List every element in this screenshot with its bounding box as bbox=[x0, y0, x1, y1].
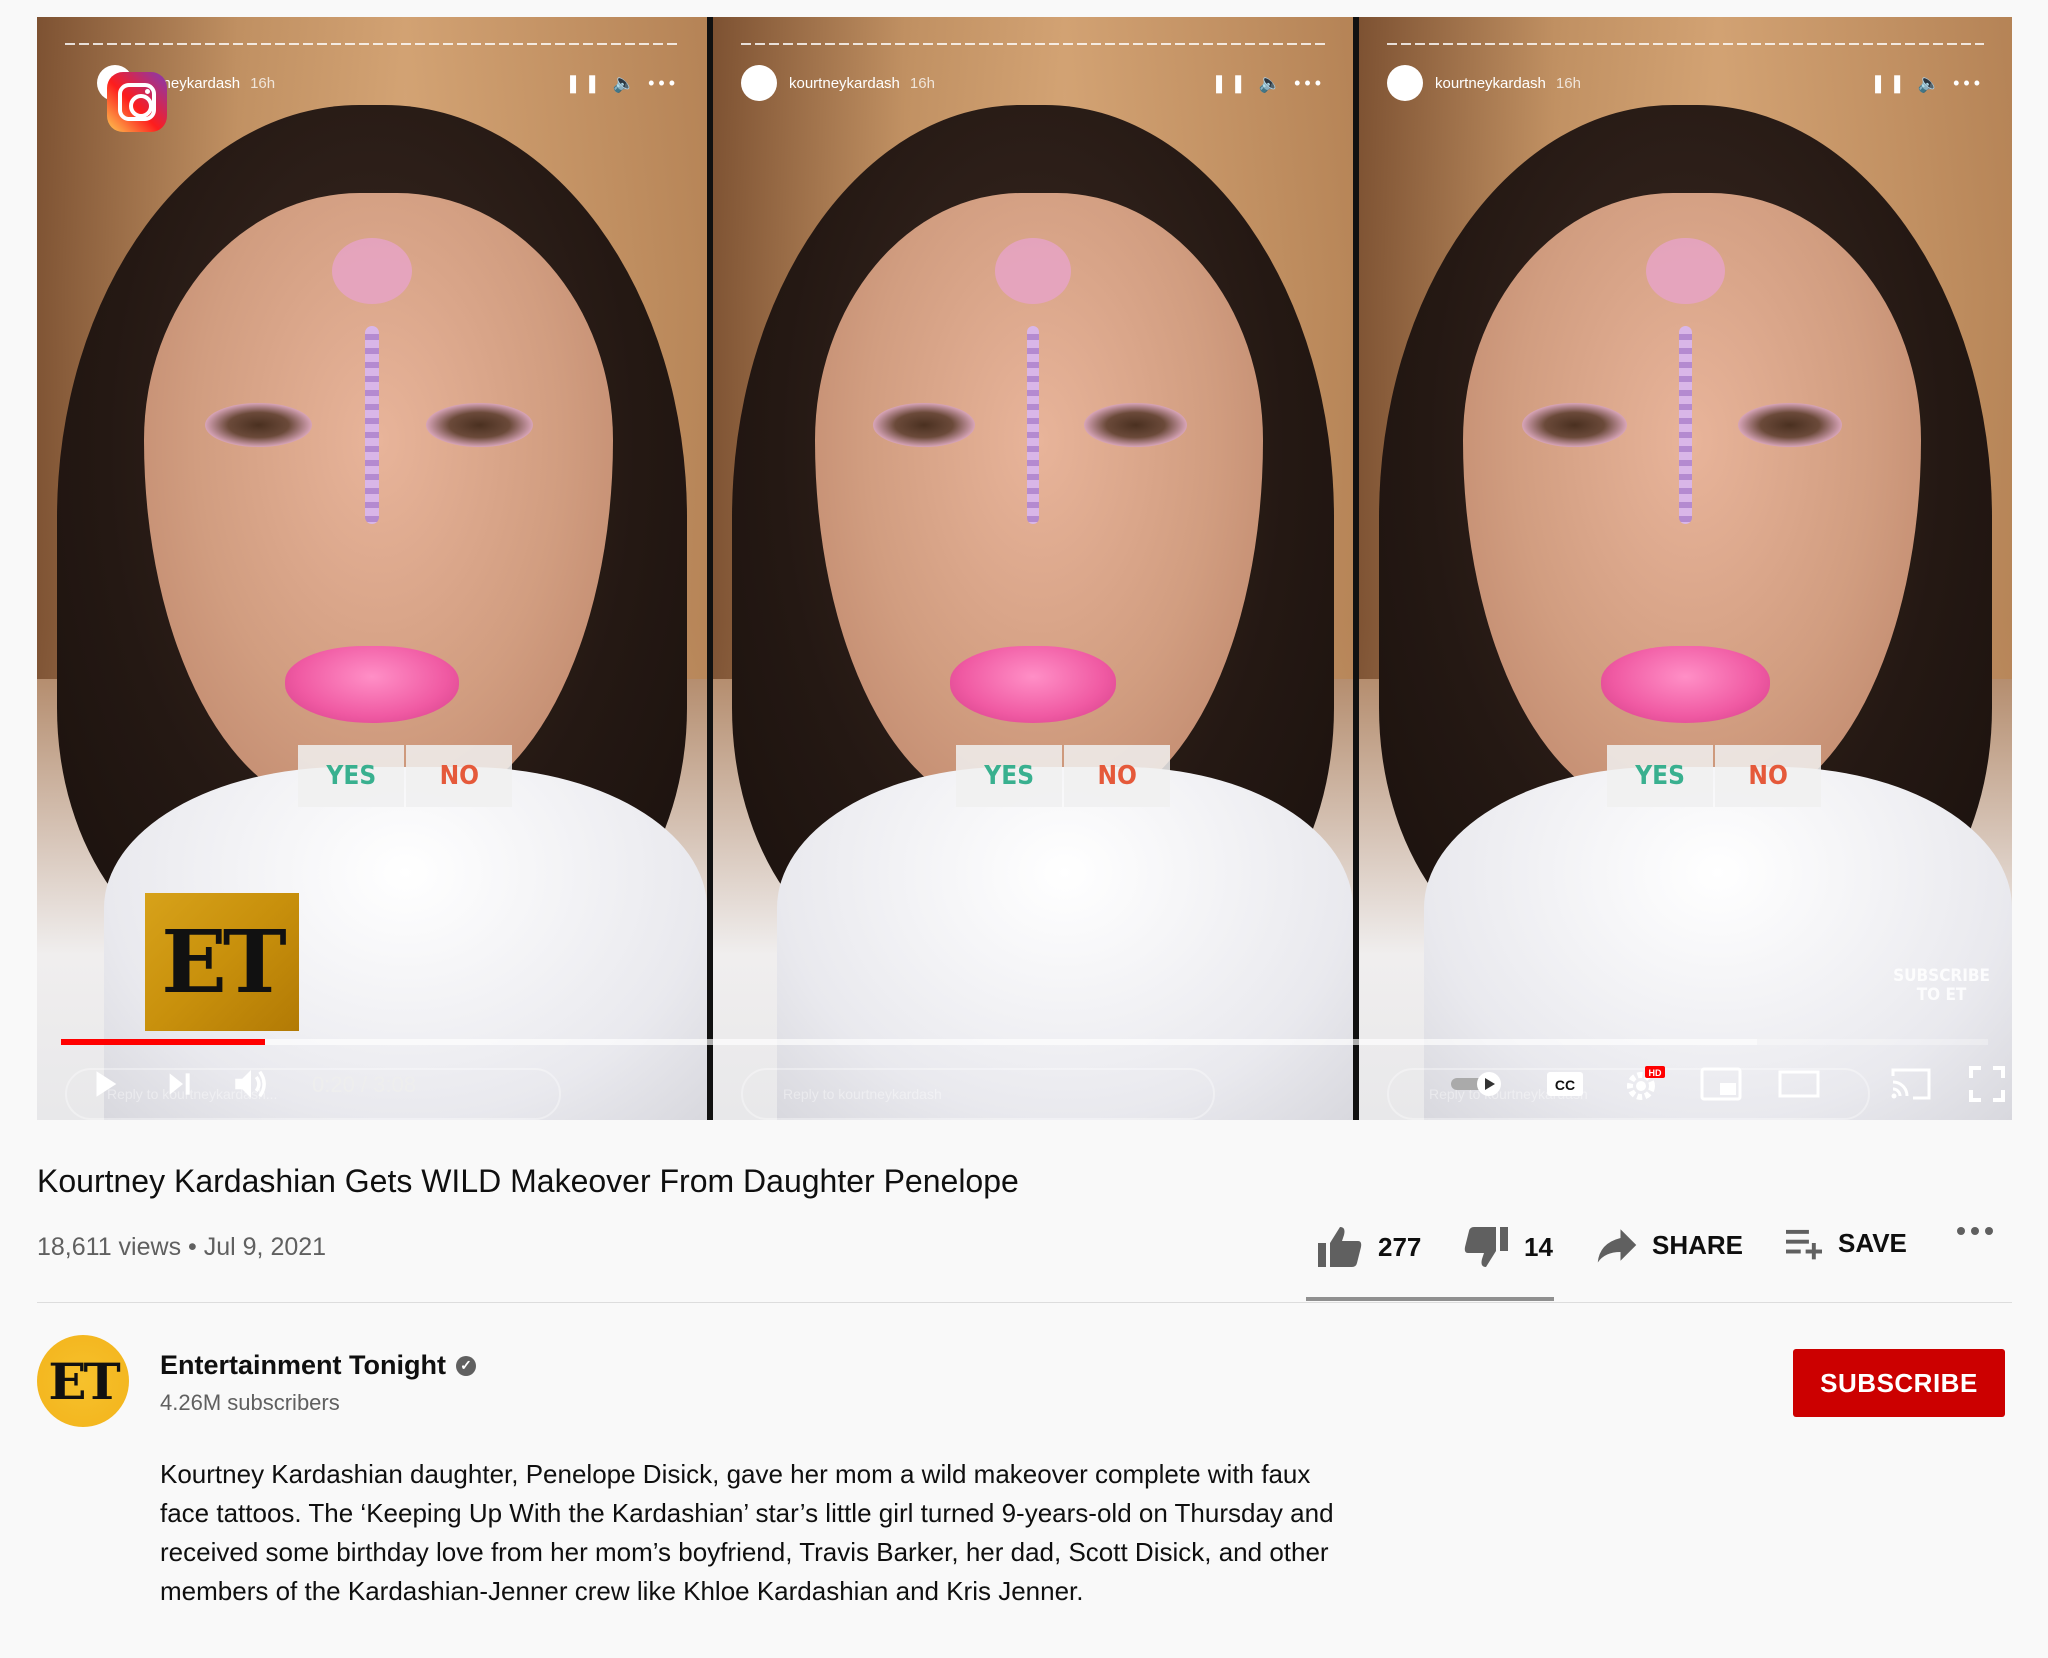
story-poll: YES NO bbox=[956, 744, 1172, 807]
subscribe-watermark[interactable]: SUBSCRIBE TO ET bbox=[1893, 967, 1990, 1005]
divider bbox=[37, 1302, 2012, 1303]
video-frame-panel-2: kourtneykardash 16h ❚❚ 🔈 ••• YES NO Repl… bbox=[713, 17, 1353, 1120]
story-poll: YES NO bbox=[1607, 744, 1823, 807]
subscribe-button[interactable]: SUBSCRIBE bbox=[1793, 1349, 2005, 1417]
story-username: kourtneykardash bbox=[1435, 74, 1546, 92]
progress-played bbox=[61, 1039, 266, 1045]
instagram-logo-icon bbox=[107, 72, 167, 132]
poll-no: NO bbox=[406, 744, 513, 807]
like-button[interactable]: 277 bbox=[1316, 1225, 1421, 1269]
poll-yes: YES bbox=[298, 744, 405, 807]
save-button[interactable]: SAVE bbox=[1784, 1225, 1907, 1261]
progress-bar[interactable] bbox=[61, 1039, 1988, 1045]
sentiment-bar bbox=[1306, 1297, 1554, 1301]
story-controls-icon: ❚❚ 🔈 ••• bbox=[1870, 73, 1984, 93]
channel-name[interactable]: Entertainment Tonight bbox=[160, 1350, 446, 1381]
play-button[interactable] bbox=[81, 1060, 129, 1108]
view-count: 18,611 views bbox=[37, 1233, 182, 1261]
cast-icon[interactable] bbox=[1887, 1060, 1935, 1108]
captions-button[interactable]: CC bbox=[1541, 1060, 1589, 1108]
verified-check-icon: ✓ bbox=[455, 1355, 476, 1376]
theater-mode-icon[interactable] bbox=[1775, 1060, 1823, 1108]
video-frame-panel-1: urtneykardash 16h ❚❚ 🔈 ••• YES NO Reply … bbox=[37, 17, 707, 1120]
publish-date: Jul 9, 2021 bbox=[203, 1233, 327, 1261]
subscribe-watermark-line1: SUBSCRIBE bbox=[1893, 966, 1990, 986]
poll-no: NO bbox=[1064, 744, 1171, 807]
share-label: SHARE bbox=[1652, 1229, 1744, 1260]
dislike-button[interactable]: 14 bbox=[1462, 1225, 1553, 1269]
player-controls: 0:20 / 3:08 CC HD bbox=[37, 1048, 2012, 1120]
poll-yes: YES bbox=[1607, 744, 1714, 807]
save-label: SAVE bbox=[1838, 1227, 1907, 1258]
video-description: Kourtney Kardashian daughter, Penelope D… bbox=[160, 1459, 1334, 1606]
video-title: Kourtney Kardashian Gets WILD Makeover F… bbox=[37, 1163, 1019, 1199]
story-time: 16h bbox=[1555, 74, 1581, 92]
story-controls-icon: ❚❚ 🔈 ••• bbox=[565, 73, 679, 93]
channel-name-row[interactable]: Entertainment Tonight ✓ bbox=[160, 1350, 476, 1381]
progress-loaded bbox=[61, 1039, 1757, 1045]
story-avatar bbox=[1387, 65, 1423, 101]
fullscreen-icon[interactable] bbox=[1963, 1060, 2011, 1108]
more-actions-button[interactable] bbox=[1955, 1225, 2009, 1237]
share-arrow-icon bbox=[1596, 1225, 1638, 1265]
channel-avatar[interactable]: ET bbox=[37, 1335, 129, 1427]
story-poll: YES NO bbox=[298, 744, 514, 807]
poll-no: NO bbox=[1715, 744, 1822, 807]
time-display: 0:20 / 3:08 bbox=[312, 1072, 416, 1097]
story-time: 16h bbox=[250, 74, 276, 92]
settings-gear-icon[interactable]: HD bbox=[1621, 1060, 1669, 1108]
video-frame-panel-3: kourtneykardash 16h ❚❚ 🔈 ••• YES NO Repl… bbox=[1359, 17, 2012, 1120]
et-logo: ET bbox=[145, 893, 299, 1031]
svg-text:CC: CC bbox=[1555, 1077, 1575, 1093]
poll-yes: YES bbox=[956, 744, 1063, 807]
playlist-add-icon bbox=[1784, 1225, 1824, 1261]
video-player[interactable]: urtneykardash 16h ❚❚ 🔈 ••• YES NO Reply … bbox=[37, 17, 2012, 1120]
video-meta: 18,611 views • Jul 9, 2021 bbox=[37, 1233, 326, 1262]
story-avatar bbox=[741, 65, 777, 101]
meta-separator: • bbox=[188, 1233, 197, 1261]
story-username: kourtneykardash bbox=[789, 74, 900, 92]
miniplayer-icon[interactable] bbox=[1697, 1060, 1745, 1108]
more-dots-icon bbox=[1955, 1225, 1995, 1237]
autoplay-toggle[interactable] bbox=[1447, 1060, 1507, 1108]
subscriber-count: 4.26M subscribers bbox=[160, 1390, 340, 1415]
story-controls-icon: ❚❚ 🔈 ••• bbox=[1211, 73, 1325, 93]
share-button[interactable]: SHARE bbox=[1596, 1225, 1743, 1265]
dislike-count: 14 bbox=[1524, 1231, 1553, 1262]
svg-text:HD: HD bbox=[1649, 1068, 1662, 1078]
subscribe-watermark-line2: TO ET bbox=[1916, 985, 1967, 1005]
next-button[interactable] bbox=[155, 1060, 203, 1108]
thumbs-up-icon bbox=[1316, 1225, 1364, 1269]
like-count: 277 bbox=[1378, 1231, 1422, 1262]
sentiment-bar-fill bbox=[1306, 1297, 1542, 1301]
story-time: 16h bbox=[909, 74, 935, 92]
volume-button[interactable] bbox=[227, 1060, 275, 1108]
thumbs-down-icon bbox=[1462, 1225, 1510, 1269]
